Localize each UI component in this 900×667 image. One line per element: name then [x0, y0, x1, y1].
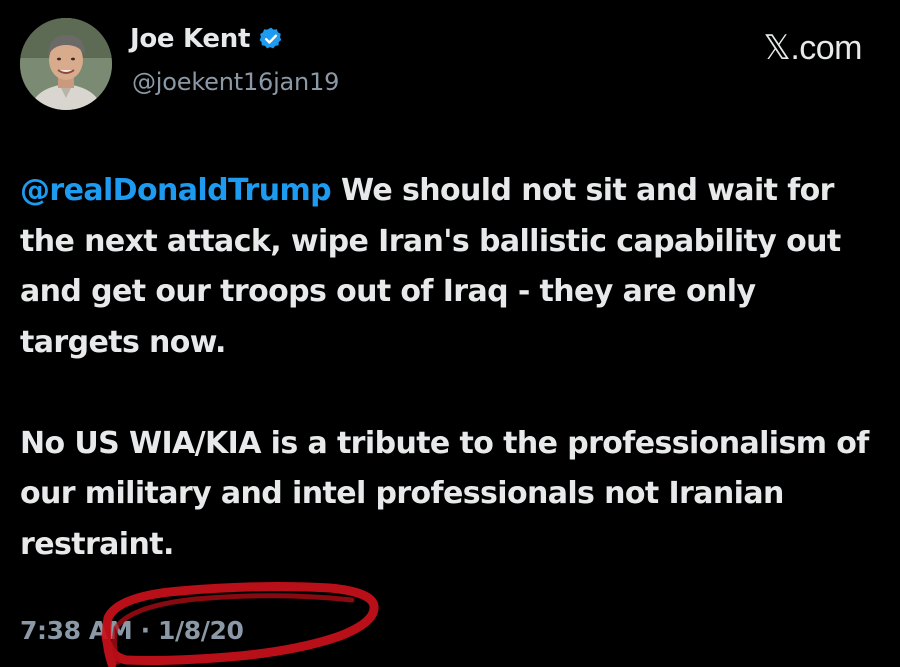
mention-link[interactable]: @realDonaldTrump [20, 173, 332, 208]
timestamp-separator: · [140, 616, 151, 645]
tweet-timestamp[interactable]: 7:38 AM · 1/8/20 [20, 616, 244, 645]
x-com-watermark: 𝕏.com [763, 29, 862, 67]
author-handle[interactable]: @joekent16jan19 [132, 68, 339, 96]
tweet-body: @realDonaldTrump We should not sit and wa… [20, 166, 880, 570]
author-display-name[interactable]: Joe Kent [130, 24, 250, 54]
tweet-paragraph-1: @realDonaldTrump We should not sit and wa… [20, 166, 880, 368]
tweet-time: 7:38 AM [20, 616, 133, 645]
tweet-date: 1/8/20 [158, 616, 244, 645]
avatar-photo-icon [20, 18, 112, 110]
tweet-paragraph-2: No US WIA/KIA is a tribute to the profes… [20, 425, 869, 562]
author-name-row: Joe Kent [130, 24, 284, 54]
avatar[interactable] [20, 18, 112, 110]
tweet-card: Joe Kent @joekent16jan19 𝕏.com @realDona… [0, 0, 900, 667]
verified-badge-icon [259, 27, 282, 49]
